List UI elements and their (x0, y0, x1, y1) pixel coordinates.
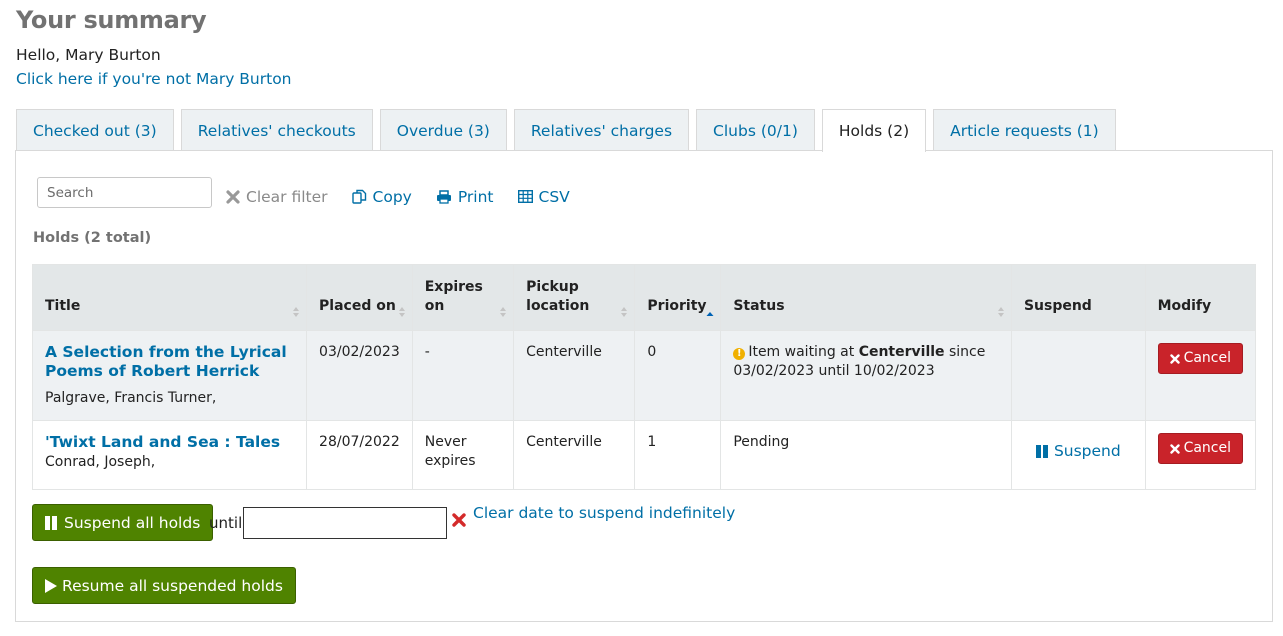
author: Palgrave, Francis Turner, (45, 390, 217, 406)
suspend-cell (1010, 330, 1146, 421)
author: Conrad, Joseph, (45, 454, 156, 470)
holds-panel: Clear filter Copy Print CSV Holds (2 tot… (15, 150, 1273, 622)
suspend-all-button[interactable]: Suspend all holds (32, 504, 214, 541)
clear-date-icon[interactable] (452, 513, 466, 531)
hold-row: 'Twixt Land and Sea : Tales Conrad, Jose… (31, 420, 1257, 490)
expires-on: Never expires (411, 420, 515, 490)
print-icon (436, 189, 452, 204)
modify-cell: Cancel (1144, 420, 1257, 490)
tab-relatives-checkouts[interactable]: Relatives' checkouts (180, 109, 373, 151)
play-icon (45, 578, 57, 593)
column-header-modify: Modify (1144, 264, 1257, 331)
tab-relatives-charges[interactable]: Relatives' charges (513, 109, 690, 151)
sort-icon (500, 307, 507, 317)
print-button[interactable]: Print (436, 188, 494, 206)
sort-icon (398, 307, 405, 317)
column-header-title[interactable]: Title (31, 264, 308, 331)
column-header-pickup-location[interactable]: Pickup location (513, 264, 636, 331)
tab-checked-out[interactable]: Checked out (3) (16, 109, 174, 151)
column-header-expires-on[interactable]: Expires on (411, 264, 515, 331)
title-link[interactable]: A Selection from the Lyrical Poems of Ro… (45, 343, 294, 381)
column-header-status[interactable]: Status (720, 264, 1012, 331)
close-icon (1169, 443, 1180, 454)
sort-icon (293, 307, 300, 317)
clear-filter-label: Clear filter (246, 187, 328, 206)
greeting: Hello, Mary Burton (16, 46, 161, 64)
sort-icon (621, 307, 628, 317)
table-toolbar: Clear filter Copy Print CSV (37, 177, 570, 208)
column-header-suspend: Suspend (1010, 264, 1146, 331)
suspend-button[interactable]: Suspend (1035, 442, 1121, 461)
cancel-button[interactable]: Cancel (1157, 343, 1243, 374)
title-link[interactable]: 'Twixt Land and Sea : Tales (45, 433, 294, 452)
suspend-cell: Suspend (1010, 420, 1146, 490)
copy-button[interactable]: Copy (351, 187, 412, 206)
resume-all-button[interactable]: Resume all suspended holds (32, 567, 296, 604)
column-header-priority[interactable]: Priority (634, 264, 722, 331)
modify-cell: Cancel (1144, 330, 1257, 421)
status: Pending (720, 420, 1012, 490)
placed-on: 03/02/2023 (306, 330, 413, 421)
tab-bar: Checked out (3) Relatives' checkouts Ove… (16, 109, 1123, 152)
priority: 1 (634, 420, 722, 490)
sort-ascending-icon (706, 312, 714, 316)
pause-icon (45, 515, 57, 530)
page-title: Your summary (16, 6, 207, 34)
pause-icon (1035, 445, 1048, 458)
pickup-location: Centerville (513, 420, 636, 490)
close-icon (1169, 353, 1180, 364)
tab-clubs[interactable]: Clubs (0/1) (696, 109, 815, 151)
csv-button[interactable]: CSV (517, 187, 570, 206)
copy-icon (351, 189, 367, 204)
clear-icon (226, 189, 240, 204)
warning-icon: ! (733, 348, 746, 360)
column-header-placed-on[interactable]: Placed on (306, 264, 413, 331)
tab-holds[interactable]: Holds (2) (821, 109, 927, 152)
hold-row: A Selection from the Lyrical Poems of Ro… (31, 330, 1257, 421)
priority: 0 (634, 330, 722, 421)
until-label: until (209, 514, 243, 532)
expires-on: - (411, 330, 515, 421)
status: ! Item waiting at Centerville since 03/02… (720, 330, 1012, 421)
clear-filter-button[interactable]: Clear filter (226, 188, 328, 206)
copy-label: Copy (372, 187, 412, 206)
clear-date-link[interactable]: Clear date to suspend indefinitely (473, 504, 735, 522)
table-icon (517, 190, 533, 203)
status-location: Centerville (858, 344, 945, 360)
cancel-button[interactable]: Cancel (1157, 433, 1243, 464)
suspend-until-date-input[interactable] (243, 507, 447, 539)
pickup-location: Centerville (513, 330, 636, 421)
sort-icon (997, 307, 1004, 317)
title-cell: A Selection from the Lyrical Poems of Ro… (31, 330, 308, 421)
title-cell: 'Twixt Land and Sea : Tales Conrad, Jose… (31, 420, 308, 490)
not-me-link[interactable]: Click here if you're not Mary Burton (16, 70, 292, 88)
tab-overdue[interactable]: Overdue (3) (379, 109, 507, 151)
holds-total: Holds (2 total) (33, 230, 152, 246)
csv-label: CSV (538, 187, 570, 206)
print-label: Print (457, 187, 494, 206)
placed-on: 28/07/2022 (306, 420, 413, 490)
search-input[interactable] (37, 177, 212, 208)
holds-table: Title Placed on Expires on Pickup locati… (31, 264, 1257, 490)
tab-article-requests[interactable]: Article requests (1) (933, 109, 1116, 151)
